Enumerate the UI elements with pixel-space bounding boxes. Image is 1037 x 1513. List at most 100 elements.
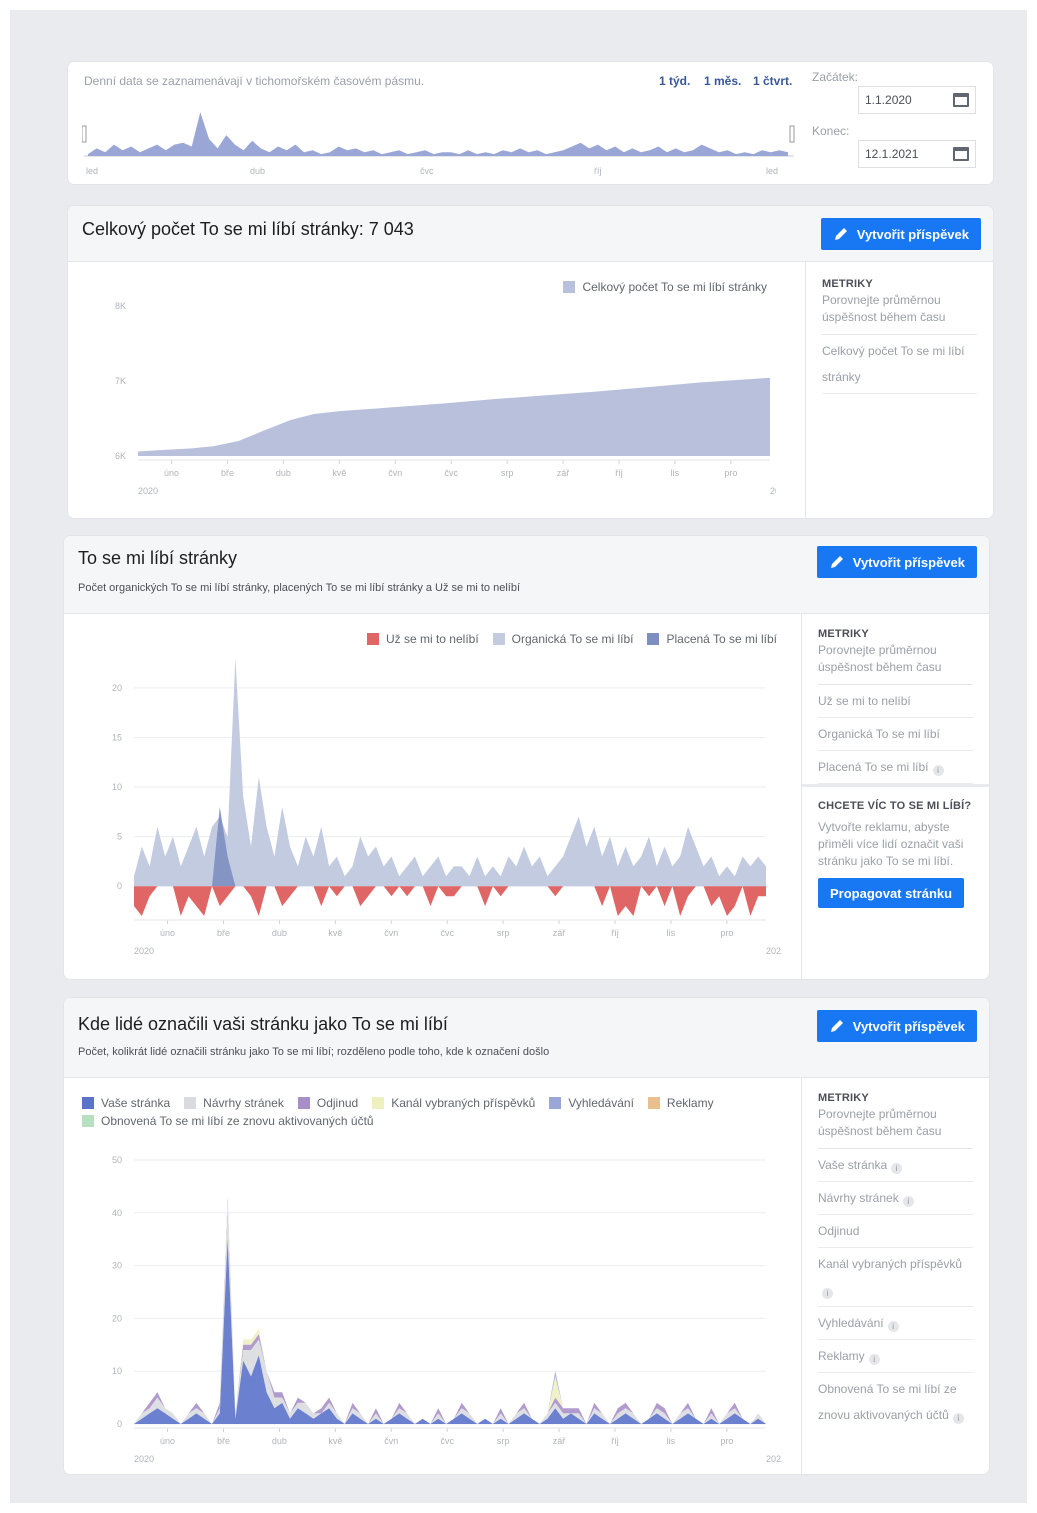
legend-item[interactable]: Vaše stránka (82, 1094, 170, 1112)
legend-swatch (647, 633, 660, 645)
x-year-start: 2020 (134, 1454, 154, 1464)
legend-item[interactable]: Odjinud (297, 1094, 359, 1112)
metrics-panel: METRIKY Porovnejte průměrnou úspěšnost b… (801, 1078, 989, 1474)
legend-item[interactable]: Reklamy (647, 1094, 714, 1112)
start-date-value: 1.1.2020 (865, 93, 912, 107)
range-quarter-button[interactable]: 1 čtvrt. (753, 74, 792, 88)
x-tick-label: dub (272, 928, 287, 938)
metric-item[interactable]: Vyhledávání i (818, 1307, 973, 1340)
metric-item[interactable]: Vaše stránka i (818, 1149, 973, 1182)
legend-label: Odjinud (316, 1096, 359, 1110)
legend-swatch (366, 633, 379, 645)
calendar-icon[interactable] (953, 147, 969, 161)
promote-page-button[interactable]: Propagovat stránku (818, 878, 965, 908)
legend-swatch (82, 1115, 94, 1127)
create-post-button[interactable]: Vytvořit příspěvek (816, 1010, 977, 1042)
info-icon[interactable]: i (952, 1413, 964, 1424)
legend-item[interactable]: Obnovená To se mi líbí ze znovu aktivova… (82, 1112, 374, 1130)
x-tick-label: úno (164, 468, 179, 478)
create-post-label: Vytvořit příspěvek (852, 1018, 965, 1034)
metric-item[interactable]: Odjinud (818, 1215, 973, 1248)
x-tick-label: čvn (388, 468, 402, 478)
legend-item[interactable]: Vyhledávání (549, 1094, 634, 1112)
date-filter-card: Denní data se zaznamenávají v tichomořsk… (68, 62, 993, 184)
page-likes-chart: 0 5 10 15 20 úno bře dub kvě čvn čvc srp zář říj lis pr… (112, 658, 782, 956)
chart-legend: Už se mi to nelíbí Organická To se mi lí… (366, 630, 777, 648)
mini-timeline-chart[interactable]: led dub čvc říj led (82, 98, 802, 178)
metric-item-label: Reklamy (818, 1349, 865, 1363)
range-handle-left[interactable] (82, 125, 87, 143)
x-tick-label: čvc (440, 928, 454, 938)
promo-title: CHCETE VÍC TO SE MI LÍBÍ? (818, 800, 972, 812)
start-date-input[interactable]: 1.1.2020 (858, 86, 976, 114)
metric-item[interactable]: Placená To se mi líbí i (818, 751, 973, 784)
legend-swatch (372, 1097, 385, 1109)
legend-label: Vaše stránka (101, 1096, 171, 1110)
info-icon[interactable]: i (887, 1321, 899, 1332)
metric-item-label: Návrhy stránek (818, 1191, 899, 1205)
range-week-button[interactable]: 1 týd. (659, 74, 690, 88)
card-header: Celkový počet To se mi líbí stránky: 7 0… (68, 206, 993, 262)
info-icon[interactable]: i (902, 1196, 914, 1207)
info-icon[interactable]: i (822, 1288, 833, 1299)
legend-label: Obnovená To se mi líbí ze znovu aktivova… (101, 1114, 374, 1128)
legend-label: Už se mi to nelíbí (385, 632, 479, 646)
info-icon[interactable]: i (868, 1354, 880, 1365)
x-year-start: 2020 (138, 486, 158, 496)
x-tick-label: čvn (384, 928, 398, 938)
mini-tick: dub (250, 166, 265, 176)
metric-item[interactable]: Reklamy i (818, 1340, 973, 1373)
x-tick-label: zář (553, 1436, 567, 1446)
y-tick-label: 15 (112, 732, 122, 742)
x-tick-label: čvn (384, 1436, 398, 1446)
y-tick-label: 30 (112, 1261, 122, 1271)
legend-label: Návrhy stránek (203, 1096, 284, 1110)
legend-swatch (647, 1097, 660, 1109)
card-header: Kde lidé označili vaši stránku jako To s… (64, 998, 989, 1078)
legend-item[interactable]: Návrhy stránek (184, 1094, 284, 1112)
metrics-description: Porovnejte průměrnou úspěšnost během čas… (818, 1106, 973, 1149)
mini-tick: led (766, 166, 778, 176)
metric-item[interactable]: Celkový počet To se mi líbí stránky (822, 335, 977, 394)
metric-item[interactable]: Organická To se mi líbí (818, 718, 973, 751)
y-tick-label: 20 (112, 1313, 122, 1323)
legend-swatch (184, 1097, 197, 1109)
legend-item[interactable]: Kanál vybraných příspěvků (372, 1094, 535, 1112)
card-title: Celkový počet To se mi líbí stránky: 7 0… (82, 219, 414, 239)
metrics-description: Porovnejte průměrnou úspěšnost během čas… (818, 642, 973, 685)
like-sources-card: Kde lidé označili vaši stránku jako To s… (64, 998, 989, 1474)
legend-item[interactable]: Už se mi to nelíbí (366, 630, 479, 648)
x-tick-label: srp (497, 928, 510, 938)
pencil-icon (834, 228, 847, 240)
calendar-icon[interactable] (953, 93, 969, 107)
legend-item[interactable]: Placená To se mi líbí (647, 630, 777, 648)
metric-item[interactable]: Kanál vybraných příspěvků i (818, 1248, 973, 1307)
metric-item[interactable]: Už se mi to nelíbí (818, 685, 973, 718)
create-post-label: Vytvořit příspěvek (856, 226, 969, 242)
range-handle-right[interactable] (789, 125, 795, 143)
timezone-note: Denní data se zaznamenávají v tichomořsk… (84, 74, 425, 88)
y-tick-label: 20 (112, 683, 122, 693)
create-post-button[interactable]: Vytvořit příspěvek (816, 546, 977, 578)
x-year-end: 2021 (766, 946, 782, 956)
pencil-icon (830, 556, 843, 568)
card-title: To se mi líbí stránky (78, 548, 238, 568)
legend-label: Vyhledávání (568, 1096, 634, 1110)
mini-tick: led (86, 166, 98, 176)
series-area-your-page (134, 1239, 766, 1424)
metric-item[interactable]: Návrhy stránek i (818, 1182, 973, 1215)
create-post-button[interactable]: Vytvořit příspěvek (820, 218, 981, 250)
x-tick-label: zář (553, 928, 567, 938)
range-month-button[interactable]: 1 měs. (704, 74, 741, 88)
info-icon[interactable]: i (891, 1163, 903, 1174)
metric-item[interactable]: Obnovená To se mi líbí ze znovu aktivova… (818, 1373, 973, 1431)
end-date-input[interactable]: 12.1.2021 (858, 140, 976, 168)
x-tick-label: srp (497, 1436, 510, 1446)
info-icon[interactable]: i (932, 765, 944, 776)
legend-item[interactable]: Organická To se mi líbí (492, 630, 633, 648)
x-tick-label: říj (611, 1436, 619, 1446)
legend-swatch (82, 1097, 94, 1109)
y-tick-label: 0 (117, 1419, 122, 1429)
card-subtitle: Počet, kolikrát lidé označili stránku ja… (78, 1046, 550, 1058)
y-tick-label: 5 (117, 832, 122, 842)
